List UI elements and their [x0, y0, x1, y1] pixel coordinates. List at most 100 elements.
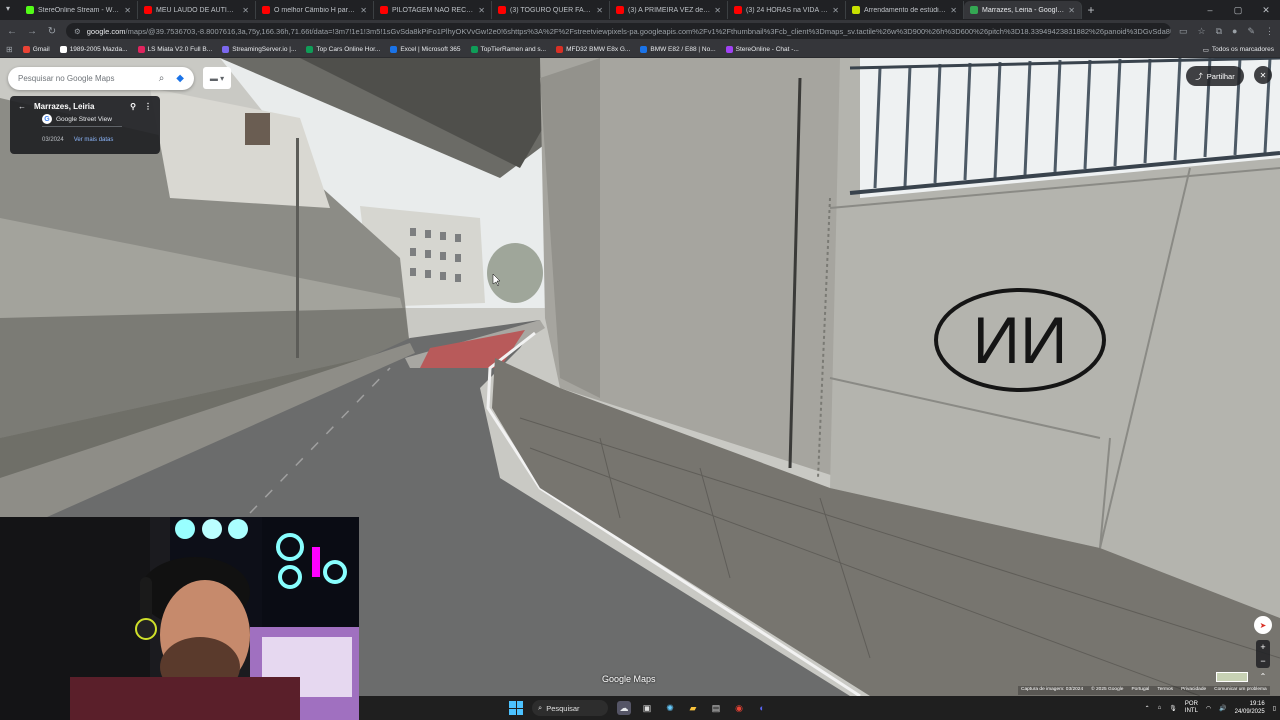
minimap-thumbnail[interactable]: [1216, 672, 1248, 682]
bookmark-star-icon[interactable]: ☆: [1198, 26, 1206, 37]
maps-search-input[interactable]: Pesquisar no Google Maps: [18, 74, 159, 83]
tab-title: O melhor Câmbio H para o Sim: [274, 6, 356, 14]
footer-link[interactable]: Portugal: [1131, 687, 1149, 694]
maps-search-box[interactable]: Pesquisar no Google Maps ⌕ ◆: [8, 67, 194, 90]
bookmark-label: LS Miata V2.0 Full B...: [147, 46, 213, 53]
network-icon[interactable]: ⌂: [1158, 705, 1162, 711]
more-dates-link[interactable]: Ver mais datas: [74, 137, 114, 143]
footer-link[interactable]: Comunicar um problema: [1214, 687, 1267, 694]
tab-close-icon[interactable]: ✕: [124, 6, 131, 15]
reload-icon[interactable]: ↻: [46, 26, 58, 37]
forward-icon[interactable]: →: [26, 26, 38, 37]
chrome-icon[interactable]: ◉: [732, 701, 746, 715]
bookmark-label: BMW E82 / E88 | No...: [650, 46, 716, 53]
zoom-control[interactable]: + −: [1256, 640, 1270, 668]
close-streetview-button[interactable]: ✕: [1254, 66, 1272, 84]
footer-link[interactable]: Termos: [1157, 687, 1173, 694]
copilot-icon[interactable]: ✺: [663, 701, 677, 715]
bookmark-item[interactable]: Top Cars Online Hor...: [306, 46, 380, 53]
footer-link[interactable]: Privacidade: [1181, 687, 1206, 694]
clock-time: 19:16: [1249, 701, 1265, 707]
browser-tab[interactable]: (3) A PRIMEIRA VEZ de T-Pain ✕: [610, 1, 728, 19]
tab-close-icon[interactable]: ✕: [478, 6, 485, 15]
browser-tab[interactable]: (3) 24 HORAS na VIDA de UM✕: [728, 1, 846, 19]
address-bar[interactable]: ⚙ google.com/maps/@39.7536703,-8.8007616…: [66, 23, 1171, 39]
tab-close-icon[interactable]: ✕: [596, 6, 603, 15]
back-arrow-icon[interactable]: ←: [18, 102, 26, 111]
share-button[interactable]: ⤴ Partilhar: [1186, 66, 1244, 86]
tab-close-icon[interactable]: ✕: [832, 6, 839, 15]
tab-title: Marrazes, Leiria - Google Maps: [982, 6, 1064, 14]
all-bookmarks-label: Todos os marcadores: [1211, 46, 1274, 53]
extensions-icon[interactable]: ⧉: [1216, 26, 1222, 37]
google-logo-icon: G: [42, 114, 52, 124]
browser-tab[interactable]: O melhor Câmbio H para o Sim ✕: [256, 1, 374, 19]
taskbar-search[interactable]: ⌕ Pesquisar: [532, 700, 608, 716]
bookmark-item[interactable]: StereOnline - Chat -...: [725, 46, 799, 53]
maximize-button[interactable]: ▢: [1224, 0, 1252, 20]
pen-icon[interactable]: ✎: [1247, 26, 1255, 37]
bookmark-item[interactable]: MFD32 BMW E8x G...: [556, 46, 630, 53]
graffiti-text: ИИ: [973, 303, 1068, 377]
system-clock[interactable]: 19:16 24/09/2025: [1235, 700, 1265, 716]
mic-icon[interactable]: 🎙: [1169, 705, 1177, 712]
share-label: Partilhar: [1206, 71, 1235, 81]
file-explorer-icon[interactable]: ▰: [686, 701, 700, 715]
pin-icon[interactable]: ⚲: [130, 102, 136, 111]
tab-list-icon[interactable]: ▾: [6, 4, 10, 13]
bookmark-item[interactable]: TopTierRamen and s...: [470, 46, 546, 53]
bookmark-item[interactable]: Gmail: [22, 46, 50, 53]
browser-tab[interactable]: Arrendamento de estúdio t0 e ✕: [846, 1, 964, 19]
tab-close-icon[interactable]: ✕: [714, 6, 721, 15]
zoom-out-icon[interactable]: −: [1260, 656, 1265, 666]
directions-icon[interactable]: ◆: [176, 73, 184, 84]
compass-icon[interactable]: ➤: [1254, 616, 1272, 634]
hidden-icons-chevron-icon[interactable]: ⌃: [1145, 705, 1150, 712]
url-host: google.com: [86, 26, 126, 36]
task-view-icon[interactable]: ▣: [640, 701, 654, 715]
volume-icon[interactable]: 🔊: [1219, 705, 1226, 712]
tab-close-icon[interactable]: ✕: [242, 6, 249, 15]
store-icon[interactable]: ▤: [709, 701, 723, 715]
location-info-card: ← Marrazes, Leiria ⚲ ⋮ G Google Street V…: [10, 96, 160, 154]
bookmark-item[interactable]: LS Miata V2.0 Full B...: [137, 46, 213, 53]
notifications-icon[interactable]: ▯: [1273, 705, 1276, 712]
footer-link: © 2025 Google: [1091, 687, 1124, 692]
bookmark-item[interactable]: Excel | Microsoft 365: [390, 46, 461, 53]
cast-icon[interactable]: ▭: [1179, 26, 1188, 37]
bookmark-item[interactable]: StreamingServer.io |...: [222, 46, 296, 53]
discord-icon[interactable]: ◐: [755, 701, 769, 715]
new-tab-button[interactable]: +: [1082, 3, 1100, 17]
bookmark-item[interactable]: BMW E82 / E88 | No...: [640, 46, 716, 53]
more-options-icon[interactable]: ⋮: [144, 102, 152, 111]
search-icon[interactable]: ⌕: [159, 73, 165, 84]
browser-tab[interactable]: MEU LAUDO DE AUTISTA FICOU✕: [138, 1, 256, 19]
zoom-in-icon[interactable]: +: [1260, 642, 1265, 652]
widgets-icon[interactable]: ☁: [617, 701, 631, 715]
tab-title: StereOnline Stream - Watch Liv: [38, 6, 120, 14]
bookmark-item[interactable]: 1989-2005 Mazda...: [59, 46, 128, 53]
tab-close-icon[interactable]: ✕: [950, 6, 957, 15]
window-controls: – ▢ ✕: [1196, 0, 1280, 20]
input-language[interactable]: POR INTL: [1185, 701, 1198, 715]
start-windows-icon[interactable]: [509, 701, 523, 715]
profile-icon[interactable]: ●: [1232, 26, 1237, 37]
minimize-button[interactable]: –: [1196, 0, 1224, 20]
tab-close-icon[interactable]: ✕: [360, 6, 367, 15]
browser-tab[interactable]: StereOnline Stream - Watch Liv ✕: [20, 1, 138, 19]
thumbnail-toggle-button[interactable]: ▬ ▾: [203, 67, 231, 89]
site-info-icon[interactable]: ⚙: [74, 27, 81, 36]
tab-favicon-icon: [498, 6, 506, 14]
browser-tab[interactable]: PILOTAGEM NÃO RECOMENDA ✕: [374, 1, 492, 19]
back-icon[interactable]: ←: [6, 26, 18, 37]
browser-tab[interactable]: Marrazes, Leiria - Google Maps ✕: [964, 1, 1082, 19]
menu-icon[interactable]: ⋮: [1265, 26, 1274, 37]
all-bookmarks-folder[interactable]: ▭ Todos os marcadores: [1203, 46, 1274, 54]
tab-close-icon[interactable]: ✕: [1068, 6, 1075, 15]
close-window-button[interactable]: ✕: [1252, 0, 1280, 20]
expand-icon[interactable]: ⌃: [1256, 672, 1270, 684]
tab-favicon-icon: [26, 6, 34, 14]
browser-tab[interactable]: (3) TOGURO QUER FAZER O CA✕: [492, 1, 610, 19]
wifi-icon[interactable]: ◠: [1206, 705, 1211, 712]
apps-grid-icon[interactable]: ⊞: [6, 45, 13, 54]
